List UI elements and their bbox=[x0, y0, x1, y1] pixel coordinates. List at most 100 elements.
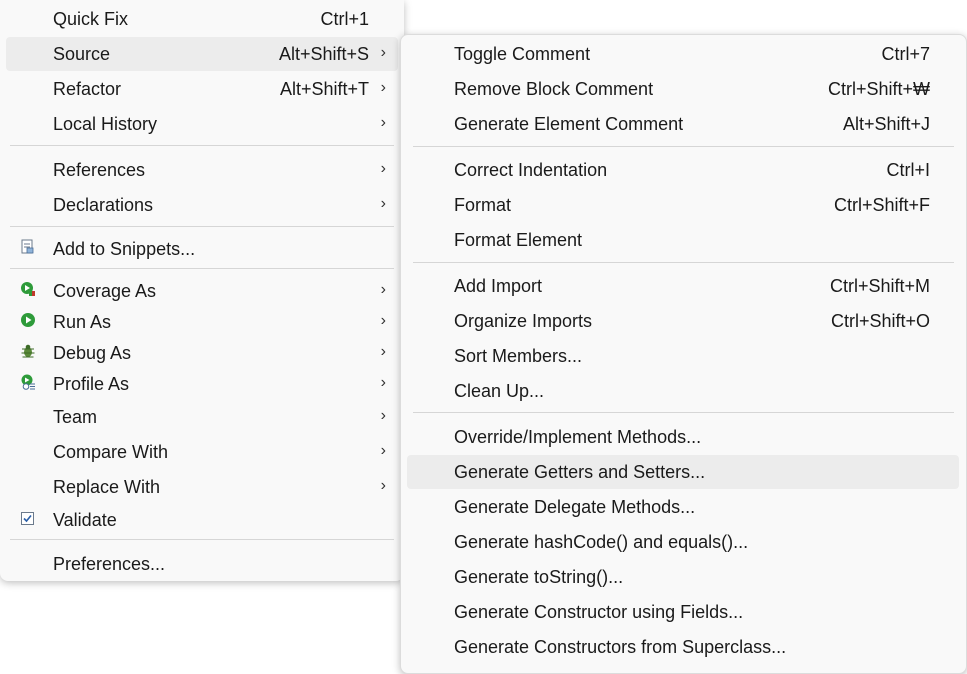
menu-item-label: Generate Constructors from Superclass... bbox=[454, 637, 787, 657]
menu-item-label: Local History bbox=[53, 114, 158, 134]
menu-item-clean-up[interactable]: Clean Up... bbox=[407, 374, 959, 408]
menu-item-shortcut: Ctrl+Shift+₩ bbox=[827, 79, 930, 99]
debug-bug-icon bbox=[20, 343, 36, 359]
menu-item-label: Run As bbox=[53, 312, 112, 332]
menu-item-label: Quick Fix bbox=[53, 9, 129, 29]
menu-item-label: Generate hashCode() and equals()... bbox=[454, 532, 749, 552]
menu-item-profile-as[interactable]: Profile As › bbox=[6, 367, 398, 401]
menu-item-label: Coverage As bbox=[53, 281, 157, 301]
menu-separator bbox=[413, 146, 954, 147]
menu-item-generate-element-comment[interactable]: Generate Element Comment Alt+Shift+J bbox=[407, 107, 959, 141]
checkbox-icon bbox=[20, 511, 36, 527]
chevron-right-icon: › bbox=[380, 477, 386, 494]
menu-item-references[interactable]: References › bbox=[6, 153, 398, 187]
chevron-right-icon: › bbox=[380, 79, 386, 96]
menu-item-label: Generate toString()... bbox=[454, 567, 624, 587]
menu-item-label: Debug As bbox=[53, 343, 132, 363]
menu-item-generate-tostring[interactable]: Generate toString()... bbox=[407, 560, 959, 594]
menu-item-generate-constructors-superclass[interactable]: Generate Constructors from Superclass... bbox=[407, 630, 959, 664]
menu-item-toggle-comment[interactable]: Toggle Comment Ctrl+7 bbox=[407, 37, 959, 71]
menu-item-add-import[interactable]: Add Import Ctrl+Shift+M bbox=[407, 269, 959, 303]
menu-item-shortcut: Alt+Shift+J bbox=[842, 114, 930, 134]
menu-item-label: References bbox=[53, 160, 146, 180]
menu-item-label: Declarations bbox=[53, 195, 154, 215]
menu-item-correct-indentation[interactable]: Correct Indentation Ctrl+I bbox=[407, 153, 959, 187]
menu-item-label: Compare With bbox=[53, 442, 169, 462]
menu-item-source[interactable]: Source Alt+Shift+S › bbox=[6, 37, 398, 71]
snippet-icon bbox=[20, 239, 36, 255]
chevron-right-icon: › bbox=[380, 374, 386, 391]
menu-item-shortcut: Ctrl+7 bbox=[881, 44, 930, 64]
menu-item-local-history[interactable]: Local History › bbox=[6, 107, 398, 141]
chevron-right-icon: › bbox=[380, 281, 386, 298]
coverage-icon bbox=[20, 281, 36, 297]
chevron-right-icon: › bbox=[380, 312, 386, 329]
menu-item-shortcut: Alt+Shift+S bbox=[278, 44, 369, 64]
chevron-right-icon: › bbox=[380, 44, 386, 61]
menu-separator bbox=[10, 268, 394, 269]
menu-item-shortcut: Ctrl+Shift+F bbox=[833, 195, 930, 215]
menu-item-label: Override/Implement Methods... bbox=[454, 427, 702, 447]
menu-item-label: Sort Members... bbox=[454, 346, 583, 366]
menu-item-generate-delegate-methods[interactable]: Generate Delegate Methods... bbox=[407, 490, 959, 524]
menu-item-override-implement-methods[interactable]: Override/Implement Methods... bbox=[407, 420, 959, 454]
menu-separator bbox=[10, 226, 394, 227]
menu-item-label: Refactor bbox=[53, 79, 122, 99]
menu-item-shortcut: Ctrl+1 bbox=[320, 9, 369, 29]
menu-item-label: Correct Indentation bbox=[454, 160, 608, 180]
menu-item-label: Team bbox=[53, 407, 98, 427]
menu-item-coverage-as[interactable]: Coverage As › bbox=[6, 274, 398, 308]
menu-item-organize-imports[interactable]: Organize Imports Ctrl+Shift+O bbox=[407, 304, 959, 338]
menu-item-label: Validate bbox=[53, 510, 117, 530]
menu-item-sort-members[interactable]: Sort Members... bbox=[407, 339, 959, 373]
menu-separator bbox=[413, 262, 954, 263]
menu-item-label: Profile As bbox=[53, 374, 130, 394]
menu-separator bbox=[413, 412, 954, 413]
menu-item-label: Remove Block Comment bbox=[454, 79, 654, 99]
menu-item-label: Organize Imports bbox=[454, 311, 593, 331]
menu-item-declarations[interactable]: Declarations › bbox=[6, 188, 398, 222]
menu-item-label: Add to Snippets... bbox=[53, 239, 196, 259]
menu-item-label: Format bbox=[454, 195, 512, 215]
menu-item-label: Generate Getters and Setters... bbox=[454, 462, 706, 482]
menu-item-debug-as[interactable]: Debug As › bbox=[6, 336, 398, 370]
context-menu: Quick Fix Ctrl+1 Source Alt+Shift+S › Re… bbox=[0, 0, 404, 581]
menu-item-label: Generate Constructor using Fields... bbox=[454, 602, 744, 622]
profile-icon bbox=[20, 374, 36, 390]
chevron-right-icon: › bbox=[380, 442, 386, 459]
menu-item-team[interactable]: Team › bbox=[6, 400, 398, 434]
menu-item-generate-getters-setters[interactable]: Generate Getters and Setters... bbox=[407, 455, 959, 489]
menu-item-run-as[interactable]: Run As › bbox=[6, 305, 398, 339]
menu-item-shortcut: Ctrl+I bbox=[886, 160, 930, 180]
menu-item-replace-with[interactable]: Replace With › bbox=[6, 470, 398, 504]
menu-item-shortcut: Ctrl+Shift+M bbox=[829, 276, 930, 296]
menu-separator bbox=[10, 539, 394, 540]
menu-item-label: Toggle Comment bbox=[454, 44, 591, 64]
menu-item-label: Preferences... bbox=[53, 554, 166, 574]
menu-item-generate-constructor-fields[interactable]: Generate Constructor using Fields... bbox=[407, 595, 959, 629]
menu-item-shortcut: Alt+Shift+T bbox=[279, 79, 369, 99]
menu-item-preferences[interactable]: Preferences... bbox=[6, 547, 398, 581]
menu-item-add-to-snippets[interactable]: Add to Snippets... bbox=[6, 232, 398, 266]
chevron-right-icon: › bbox=[380, 114, 386, 131]
menu-item-label: Replace With bbox=[53, 477, 161, 497]
menu-item-format[interactable]: Format Ctrl+Shift+F bbox=[407, 188, 959, 222]
menu-item-validate[interactable]: Validate bbox=[6, 503, 398, 537]
menu-item-format-element[interactable]: Format Element bbox=[407, 223, 959, 257]
menu-item-shortcut: Ctrl+Shift+O bbox=[830, 311, 930, 331]
menu-item-refactor[interactable]: Refactor Alt+Shift+T › bbox=[6, 72, 398, 106]
menu-item-label: Generate Element Comment bbox=[454, 114, 684, 134]
menu-item-label: Clean Up... bbox=[454, 381, 545, 401]
menu-item-label: Generate Delegate Methods... bbox=[454, 497, 696, 517]
menu-item-compare-with[interactable]: Compare With › bbox=[6, 435, 398, 469]
menu-separator bbox=[10, 145, 394, 146]
chevron-right-icon: › bbox=[380, 343, 386, 360]
menu-item-label: Source bbox=[53, 44, 111, 64]
chevron-right-icon: › bbox=[380, 160, 386, 177]
menu-item-generate-hashcode-equals[interactable]: Generate hashCode() and equals()... bbox=[407, 525, 959, 559]
menu-item-quick-fix[interactable]: Quick Fix Ctrl+1 bbox=[6, 2, 398, 36]
menu-item-label: Add Import bbox=[454, 276, 543, 296]
source-submenu: Toggle Comment Ctrl+7 Remove Block Comme… bbox=[400, 34, 967, 674]
chevron-right-icon: › bbox=[380, 407, 386, 424]
menu-item-remove-block-comment[interactable]: Remove Block Comment Ctrl+Shift+₩ bbox=[407, 72, 959, 106]
